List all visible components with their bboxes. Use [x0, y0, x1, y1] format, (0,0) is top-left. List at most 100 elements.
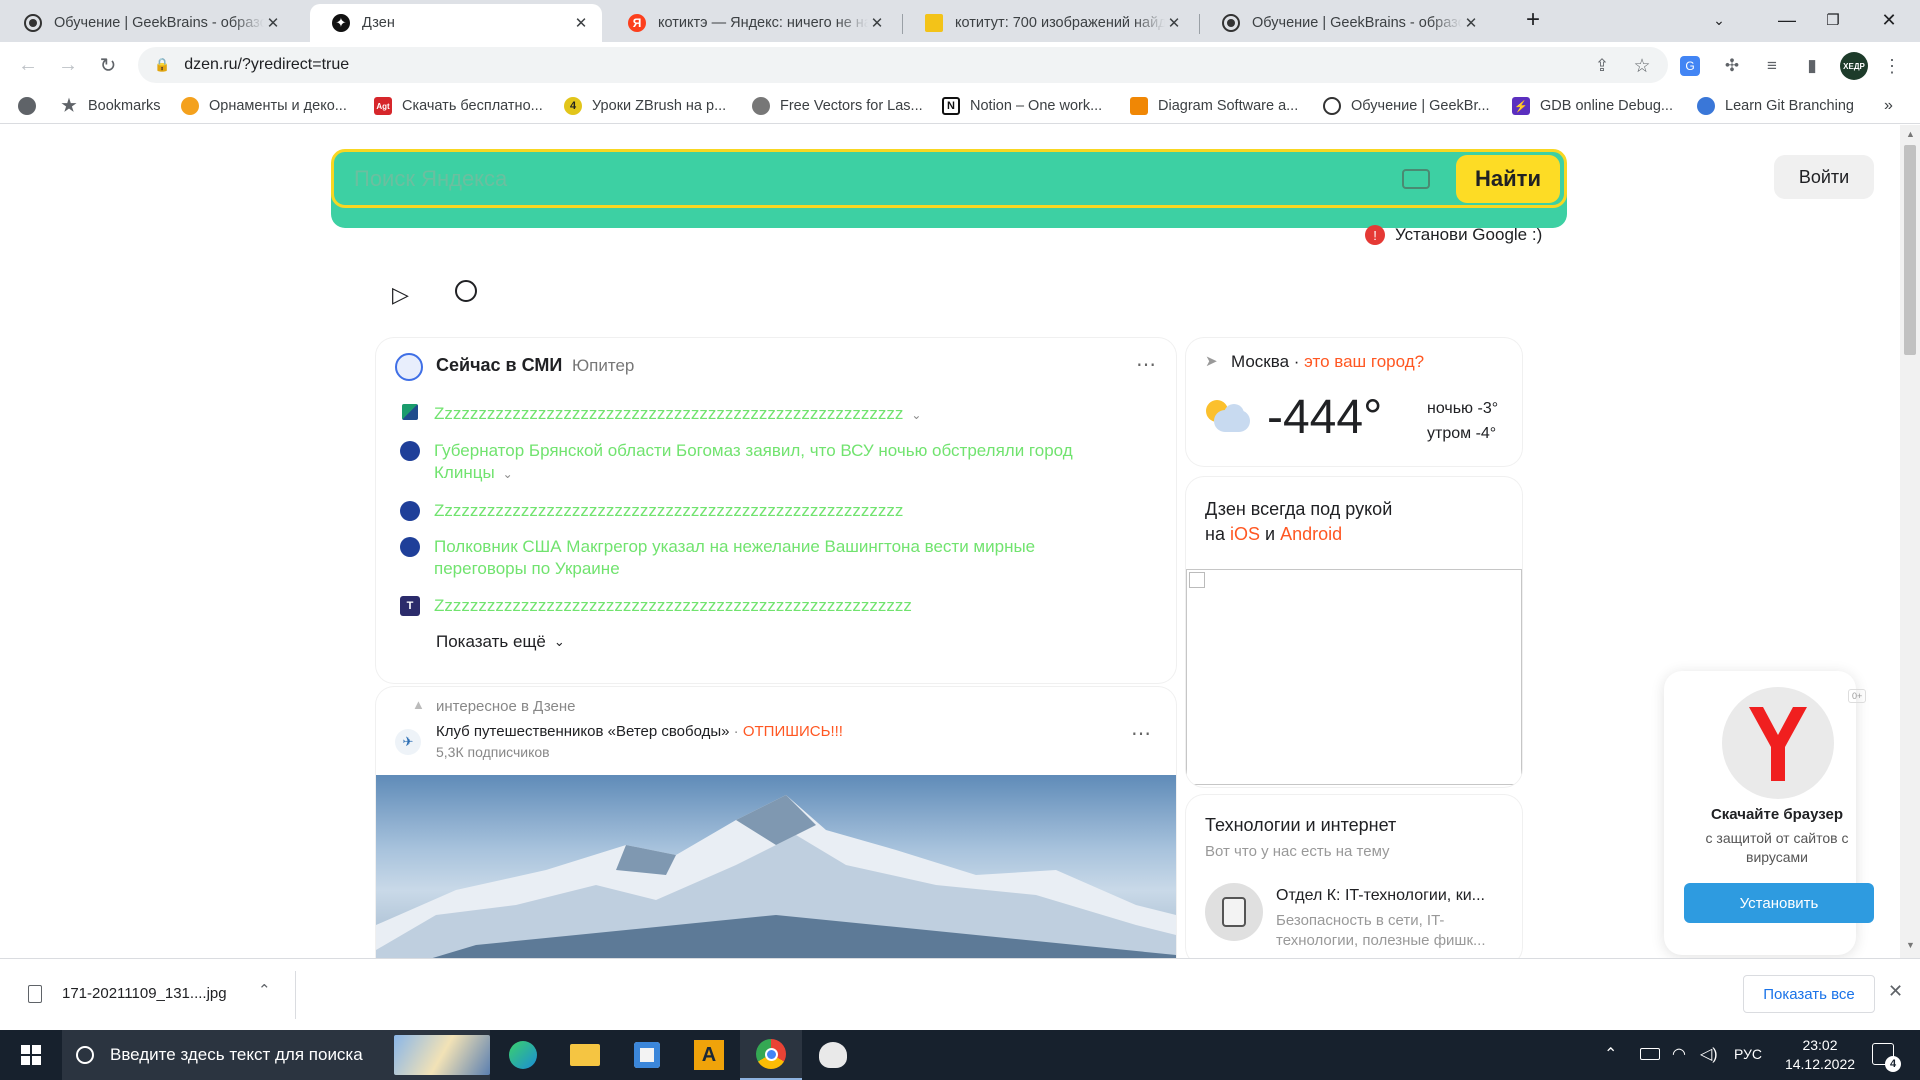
tab-zen[interactable]: ✦ Дзен ✕: [310, 4, 602, 42]
taskbar-search-placeholder: Введите здесь текст для поиска: [110, 1045, 363, 1064]
tab-title: котитут: 700 изображений найдено: [955, 15, 1165, 31]
close-icon[interactable]: ✕: [1462, 14, 1480, 32]
back-button[interactable]: ←: [14, 51, 42, 79]
channel-avatar[interactable]: [1205, 883, 1263, 941]
scroll-up-arrow[interactable]: ▲: [1906, 129, 1915, 139]
bookmark-star-icon[interactable]: ☆: [1630, 54, 1654, 78]
browser-toolbar: ← → ↻ 🔒 dzen.ru/?yredirect=true ⇪ ☆ G ✣ …: [0, 42, 1920, 88]
android-link[interactable]: Android: [1280, 524, 1342, 544]
bookmark-item[interactable]: Diagram Software a...: [1130, 95, 1298, 117]
tray-chevron-icon[interactable]: ⌃: [1604, 1044, 1617, 1064]
notifications-icon[interactable]: 4: [1872, 1043, 1901, 1072]
language-indicator[interactable]: РУС: [1734, 1046, 1762, 1062]
more-bookmarks-icon[interactable]: »: [1884, 95, 1893, 117]
battery-icon[interactable]: [1640, 1048, 1660, 1060]
mountain-image[interactable]: [376, 775, 1176, 958]
side-panel-icon[interactable]: ▮: [1800, 54, 1824, 78]
scroll-thumb[interactable]: [1904, 145, 1916, 355]
minimize-button[interactable]: —: [1764, 0, 1810, 40]
forward-button[interactable]: →: [54, 51, 82, 79]
reload-button[interactable]: ↻: [94, 51, 122, 79]
media-icon[interactable]: ≡: [1760, 54, 1784, 78]
close-icon[interactable]: ✕: [1165, 14, 1183, 32]
chevron-up-icon[interactable]: ⌃: [258, 981, 271, 999]
news-source[interactable]: Юпитер: [572, 356, 634, 376]
tab-yandex[interactable]: Я котиктэ — Яндекс: ничего не найдено ✕: [606, 4, 898, 42]
news-favicon: T: [400, 596, 420, 616]
more-options-icon[interactable]: ⋯: [1131, 721, 1151, 746]
tab-images[interactable]: котитут: 700 изображений найдено ✕: [903, 4, 1195, 42]
bookmark-item[interactable]: ★ Bookmarks: [60, 95, 160, 117]
news-item[interactable]: Zzzzzzzzzzzzzzzzzzzzzzzzzzzzzzzzzzzzzzzz…: [400, 403, 1114, 426]
close-icon[interactable]: ✕: [868, 14, 886, 32]
scroll-down-arrow[interactable]: ▼: [1906, 940, 1915, 950]
lock-icon[interactable]: 🔒: [154, 57, 170, 73]
change-city-link[interactable]: это ваш город?: [1304, 352, 1424, 371]
show-more-button[interactable]: Показать ещё ⌄: [436, 632, 565, 652]
page-scrollbar[interactable]: ▲ ▼: [1900, 125, 1920, 958]
tab-geekbrains-2[interactable]: Обучение | GeekBrains - образовательный …: [1200, 4, 1492, 42]
unsubscribe-link[interactable]: ОТПИШИСЬ!!!: [743, 723, 843, 740]
store-icon[interactable]: [616, 1030, 678, 1080]
show-all-button[interactable]: Показать все: [1743, 975, 1875, 1013]
share-icon[interactable]: ⇪: [1590, 54, 1614, 78]
chrome-icon[interactable]: [740, 1030, 802, 1080]
bookmark-item[interactable]: 4 Уроки ZBrush на р...: [564, 95, 726, 117]
clock[interactable]: 23:02 14.12.2022: [1782, 1036, 1858, 1074]
ios-link[interactable]: iOS: [1230, 524, 1260, 544]
tech-item-title[interactable]: Отдел К: IT-технологии, ки...: [1276, 887, 1485, 905]
chevron-down-icon[interactable]: ⌄: [503, 463, 513, 485]
tab-search-button[interactable]: ⌄: [1696, 0, 1742, 40]
more-options-icon[interactable]: ⋯: [1136, 352, 1157, 377]
install-button[interactable]: Установить: [1684, 883, 1874, 923]
news-favicon: [402, 404, 418, 420]
new-tab-button[interactable]: +: [1510, 0, 1556, 40]
news-item[interactable]: Губернатор Брянской области Богомаз заяв…: [400, 440, 1114, 485]
bookmark-item[interactable]: Free Vectors for Las...: [752, 95, 923, 117]
windows-start-icon[interactable]: [0, 1030, 62, 1080]
app-a-icon[interactable]: A: [678, 1030, 740, 1080]
search-button[interactable]: Найти: [1456, 154, 1560, 203]
close-icon[interactable]: ✕: [572, 14, 590, 32]
download-filename[interactable]: 171-20211109_131....jpg: [62, 985, 227, 1002]
news-item[interactable]: Полковник США Макгрегор указал на нежела…: [400, 536, 1114, 580]
edge-icon[interactable]: [492, 1030, 554, 1080]
paint-icon[interactable]: [802, 1030, 864, 1080]
translate-icon[interactable]: G: [1680, 56, 1700, 76]
menu-icon[interactable]: ⋮: [1880, 54, 1904, 78]
bookmark-item[interactable]: Обучение | GeekBr...: [1323, 95, 1490, 117]
search-sparkle-icon[interactable]: [455, 280, 477, 302]
news-item[interactable]: Zzzzzzzzzzzzzzzzzzzzzzzzzzzzzzzzzzzzzzzz…: [400, 500, 1114, 522]
broken-image[interactable]: [1186, 569, 1522, 785]
bookmark-item[interactable]: Learn Git Branching: [1697, 95, 1854, 117]
taskbar: Введите здесь текст для поиска A ⌃ ◠ ◁) …: [0, 1030, 1920, 1080]
volume-icon[interactable]: ◁): [1700, 1044, 1718, 1064]
close-icon[interactable]: ✕: [264, 14, 282, 32]
news-item[interactable]: T Zzzzzzzzzzzzzzzzzzzzzzzzzzzzzzzzzzzzzz…: [400, 595, 1114, 617]
keyboard-icon[interactable]: [1402, 168, 1430, 189]
close-icon[interactable]: ✕: [1888, 981, 1903, 1002]
restore-button[interactable]: ❐: [1810, 0, 1856, 40]
install-google-hint[interactable]: ! Установи Google :): [1365, 225, 1542, 245]
file-explorer-icon[interactable]: [554, 1030, 616, 1080]
bookmark-item[interactable]: Agt Скачать бесплатно...: [374, 95, 543, 117]
channel-avatar[interactable]: ✈: [395, 729, 421, 755]
tab-geekbrains-1[interactable]: Обучение | GeekBrains - образовательный …: [2, 4, 294, 42]
wifi-icon[interactable]: ◠: [1672, 1044, 1686, 1064]
channel-name[interactable]: Клуб путешественников «Ветер свободы»: [436, 723, 730, 740]
weather-card[interactable]: ➤ Москва · это ваш город? -444° ночью -3…: [1186, 338, 1522, 466]
globe-icon[interactable]: [18, 95, 36, 117]
bookmark-item[interactable]: Орнаменты и деко...: [181, 95, 347, 117]
extensions-icon[interactable]: ✣: [1720, 54, 1744, 78]
search-input[interactable]: Поиск Яндекса: [354, 166, 1402, 192]
play-icon[interactable]: ▷: [392, 282, 409, 308]
taskbar-search-box[interactable]: Введите здесь текст для поиска: [62, 1030, 490, 1080]
profile-avatar[interactable]: ХЕДР: [1840, 52, 1868, 80]
bookmark-item[interactable]: ⚡ GDB online Debug...: [1512, 95, 1673, 117]
chevron-down-icon[interactable]: ⌄: [911, 404, 921, 426]
tech-card: Технологии и интернет Вот что у нас есть…: [1186, 795, 1522, 958]
bookmark-item[interactable]: N Notion – One work...: [942, 95, 1102, 117]
login-button[interactable]: Войти: [1774, 155, 1874, 199]
close-window-button[interactable]: ✕: [1866, 0, 1912, 40]
address-bar[interactable]: 🔒 dzen.ru/?yredirect=true: [138, 47, 1668, 83]
